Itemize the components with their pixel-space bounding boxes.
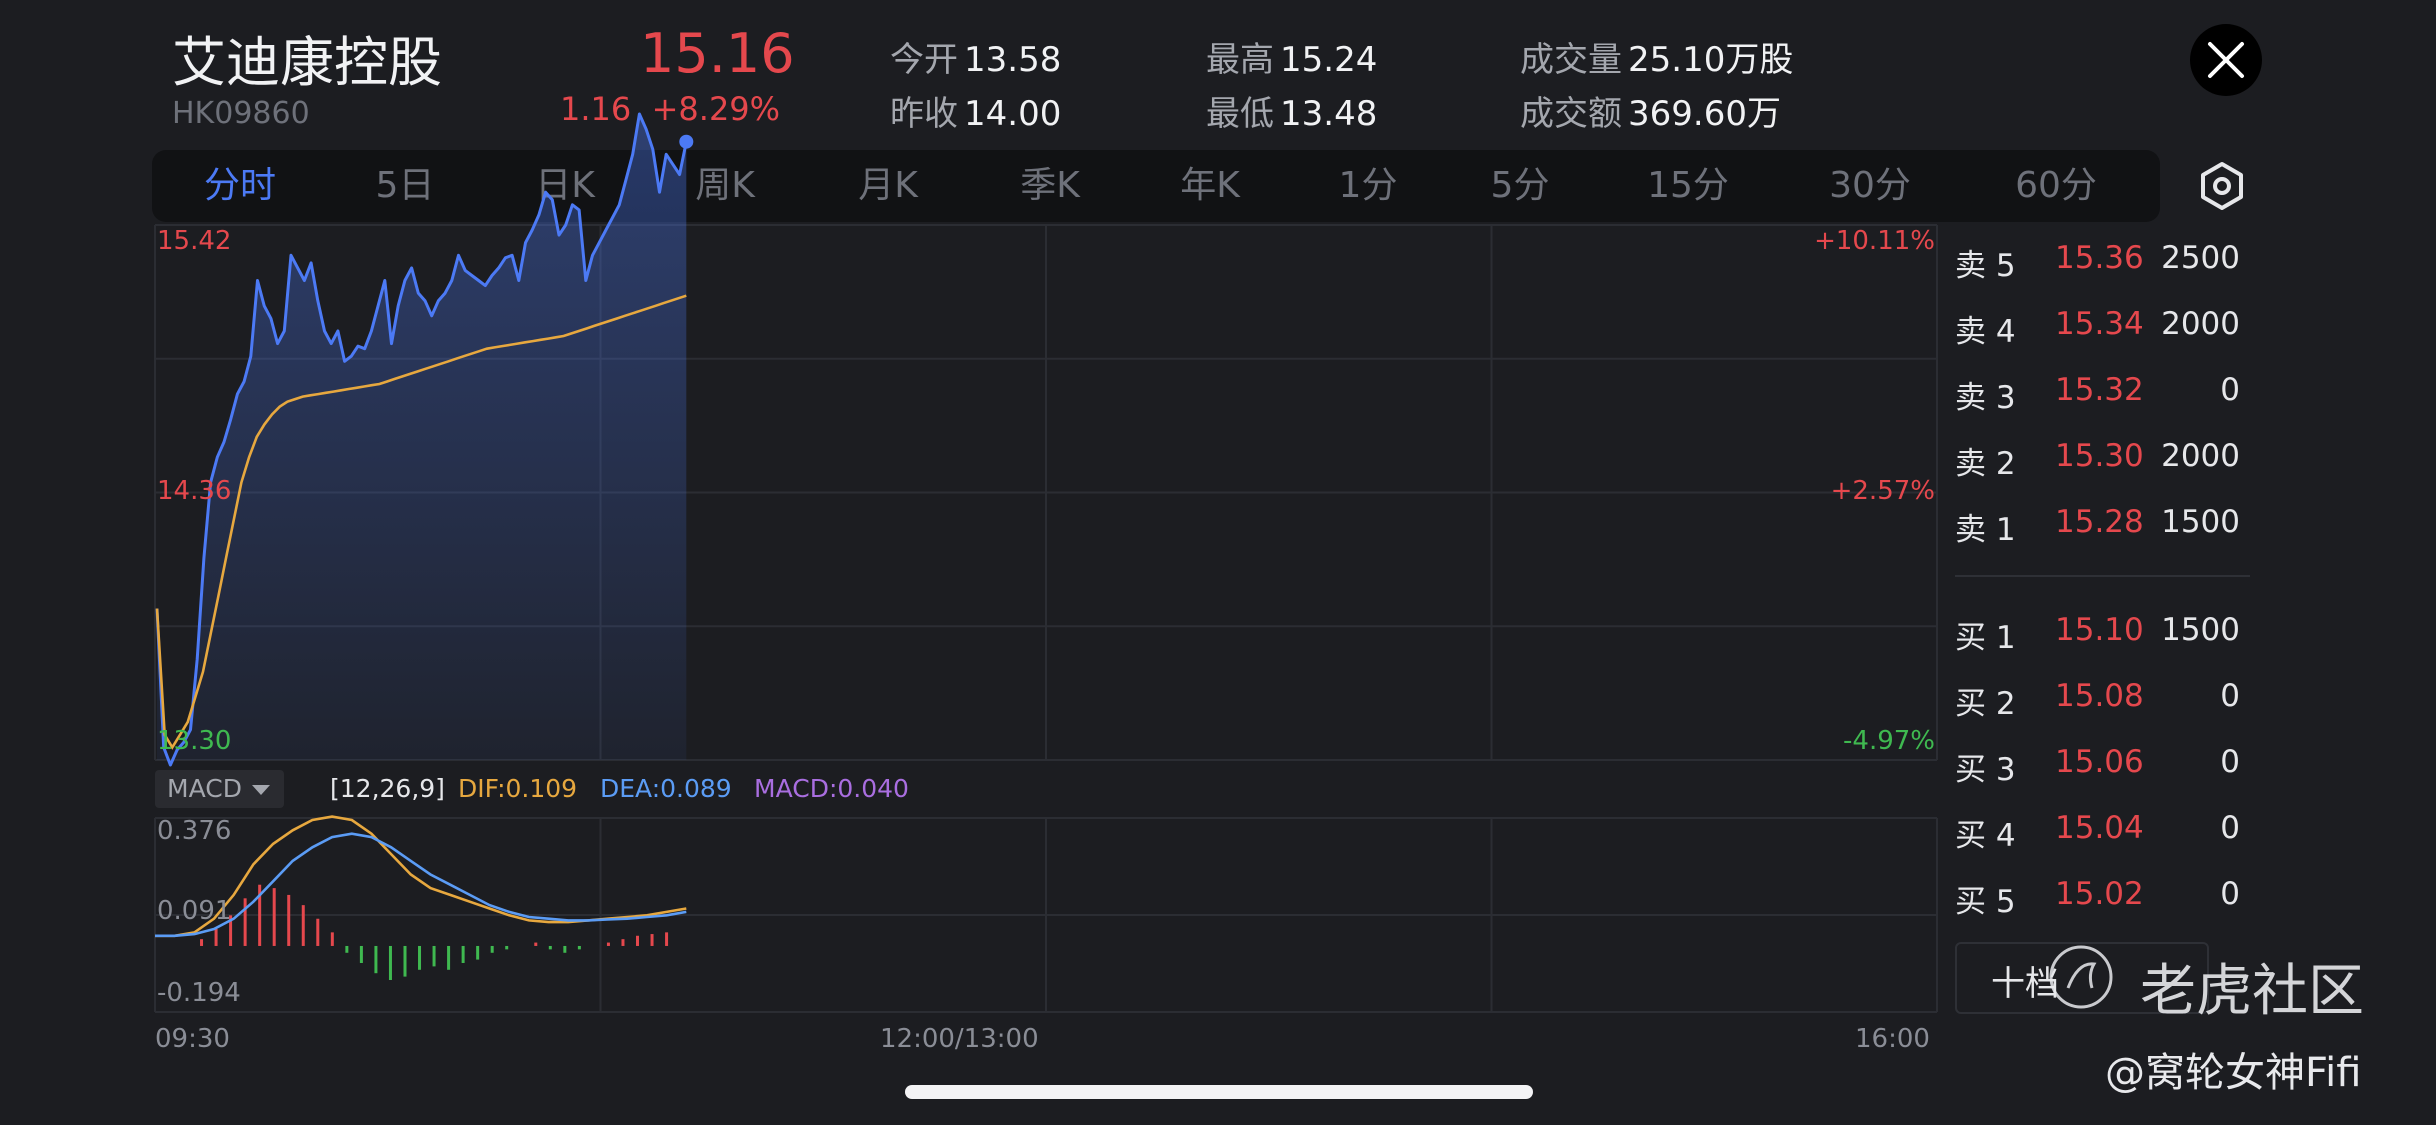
order-price: 15.06 [2055,744,2144,780]
price-axis-bottom: 13.30 [157,726,232,756]
caret-down-icon [251,785,270,795]
order-price: 15.36 [2055,240,2144,276]
price-chart [155,112,694,767]
order-volume: 2500 [2161,240,2240,276]
order-price: 15.30 [2055,438,2144,474]
macd-dea-line [155,832,687,938]
order-price: 15.34 [2055,306,2144,342]
macd-axis-bottom: -0.194 [157,978,241,1008]
order-price: 15.10 [2055,612,2144,648]
current-price-dot [679,134,694,149]
order-level-label: 卖 1 [1955,512,2016,548]
order-volume: 2000 [2161,438,2240,474]
macd-indicator-selector[interactable]: MACD [155,770,284,808]
order-price: 15.04 [2055,810,2144,846]
order-price: 15.32 [2055,372,2144,408]
macd-dea-value: DEA:0.089 [600,774,732,803]
macd-dif-value: DIF:0.109 [458,774,578,803]
macd-chart [155,815,687,981]
time-axis-mid: 12:00/13:00 [880,1024,1039,1054]
order-level-label: 买 2 [1955,686,2016,722]
macd-macd-value: MACD:0.040 [754,774,909,803]
order-book-divider [1955,575,2250,577]
order-volume: 0 [2220,810,2240,846]
watermark-brand: 老虎社区 [2140,959,2364,1024]
time-axis-end: 16:00 [1855,1024,1930,1054]
order-level-label: 买 5 [1955,884,2016,920]
tiger-logo-icon [2048,944,2114,1014]
order-volume: 1500 [2161,504,2240,540]
order-volume: 0 [2220,876,2240,912]
order-level-label: 买 1 [1955,620,2016,656]
order-volume: 0 [2220,744,2240,780]
watermark-author: @窝轮女神Fifi [2105,1050,2362,1096]
order-volume: 1500 [2161,612,2240,648]
order-level-label: 买 4 [1955,818,2016,854]
pct-axis-mid: +2.57% [1830,476,1935,506]
price-axis-top: 15.42 [157,226,232,256]
home-indicator[interactable] [905,1085,1533,1099]
order-volume: 0 [2220,678,2240,714]
price-axis-mid: 14.36 [157,476,232,506]
order-level-label: 买 3 [1955,752,2016,788]
order-level-label: 卖 4 [1955,314,2016,350]
order-price: 15.02 [2055,876,2144,912]
order-price: 15.08 [2055,678,2144,714]
macd-axis-top: 0.376 [157,816,232,846]
pct-axis-top: +10.11% [1814,226,1935,256]
order-level-label: 卖 5 [1955,248,2016,284]
pct-axis-bottom: -4.97% [1843,726,1935,756]
order-level-label: 卖 3 [1955,380,2016,416]
price-area-fill [157,114,687,765]
order-level-label: 卖 2 [1955,446,2016,482]
time-axis-start: 09:30 [155,1024,230,1054]
order-volume: 2000 [2161,306,2240,342]
order-volume: 0 [2220,372,2240,408]
macd-params: [12,26,9] [330,774,445,803]
macd-axis-mid: 0.091 [157,896,232,926]
order-price: 15.28 [2055,504,2144,540]
